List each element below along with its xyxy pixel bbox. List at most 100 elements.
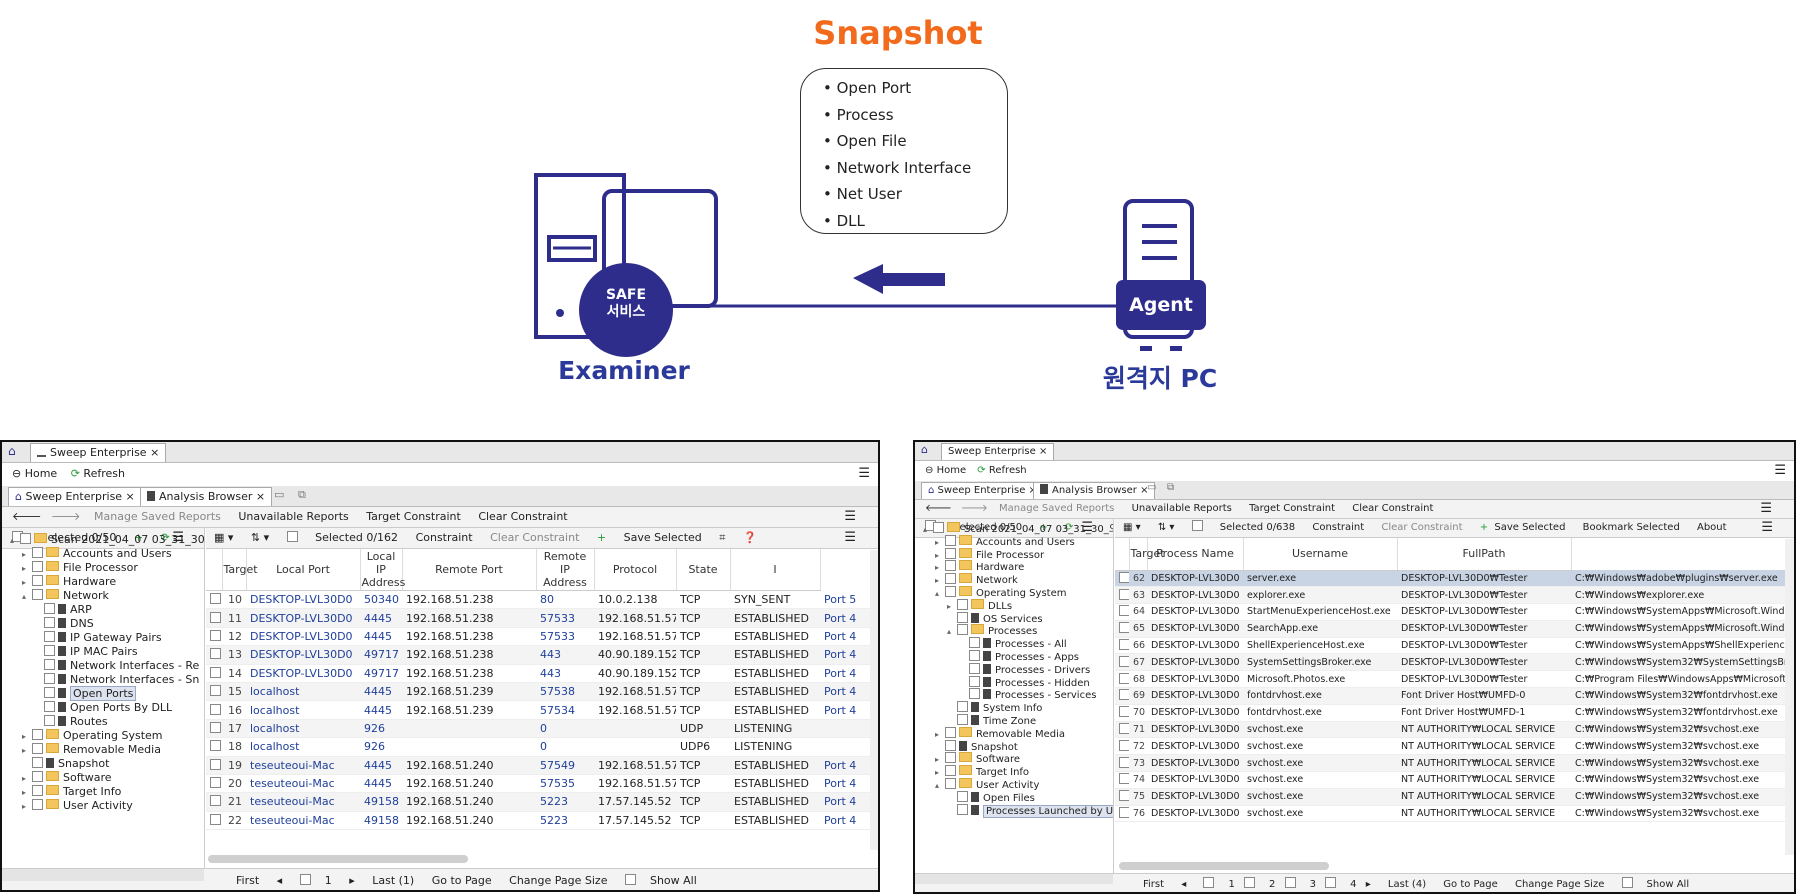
unavailable-reports-button[interactable]: Unavailable Reports xyxy=(238,510,348,523)
row-checkbox[interactable] xyxy=(1119,790,1129,802)
tab-analysis-browser[interactable]: Analysis Browser × xyxy=(1033,482,1156,499)
tree-checkbox[interactable] xyxy=(957,714,968,725)
row-checkbox[interactable] xyxy=(210,629,221,641)
row-select-cell[interactable] xyxy=(206,774,222,794)
table-row[interactable]: 22 teseuteoui-Mac 49158 192.168.51.240 5223 1… xyxy=(206,811,874,831)
row-checkbox[interactable] xyxy=(1119,807,1129,819)
change-page-size-button[interactable]: Change Page Size xyxy=(509,874,607,887)
bookmark-icon[interactable]: ⌗ xyxy=(719,531,725,544)
tree-checkbox[interactable] xyxy=(945,752,956,764)
help-icon[interactable]: ❓ xyxy=(743,531,757,544)
row-checkbox[interactable] xyxy=(1119,571,1129,583)
row-checkbox[interactable] xyxy=(210,740,221,752)
tree-node[interactable]: Processes Launched by User xyxy=(947,803,1113,818)
row-select-cell[interactable] xyxy=(1115,771,1129,789)
tree-node[interactable]: ▴ User Activity xyxy=(935,778,1039,791)
tree-checkbox[interactable] xyxy=(957,611,968,623)
row-checkbox[interactable] xyxy=(210,593,221,605)
table-row[interactable]: 12 DESKTOP-LVL30D0 4445 192.168.51.238 57533… xyxy=(206,627,874,647)
row-select-cell[interactable] xyxy=(206,756,222,775)
tree-node[interactable]: ▸ Accounts and Users xyxy=(935,534,1075,548)
tab-sweep-enterprise[interactable]: ⌂ Sweep Enterprise × xyxy=(8,487,142,506)
row-checkbox[interactable] xyxy=(210,813,221,825)
row-checkbox[interactable] xyxy=(210,611,221,623)
table-row[interactable]: 13 DESKTOP-LVL30D0 49717 192.168.51.238 443 4… xyxy=(206,645,874,665)
row-select-cell[interactable] xyxy=(206,627,222,647)
home-icon[interactable]: ⊖ xyxy=(925,465,933,476)
row-select-cell[interactable] xyxy=(1115,805,1129,823)
go-to-page-button[interactable]: Go to Page xyxy=(1443,879,1497,890)
row-checkbox[interactable] xyxy=(1119,756,1129,768)
home-tab-icon[interactable]: ⌂ xyxy=(921,443,928,456)
save-selected-button[interactable]: Save Selected xyxy=(624,531,702,544)
tree-checkbox[interactable] xyxy=(32,785,43,796)
tree-checkbox[interactable] xyxy=(945,586,956,597)
manage-saved-reports-button[interactable]: Manage Saved Reports xyxy=(999,503,1114,514)
menu-icon[interactable]: ☰ xyxy=(1774,461,1786,480)
tree-node[interactable]: ▴ Processes xyxy=(947,624,1037,637)
row-select-cell[interactable] xyxy=(206,700,222,720)
row-select-cell[interactable] xyxy=(206,590,222,610)
row-select-cell[interactable] xyxy=(206,664,222,683)
expand-arrow-icon[interactable]: ▴ xyxy=(947,625,955,638)
save-selected-button[interactable]: Save Selected xyxy=(1494,522,1565,533)
column-header[interactable]: Protocol xyxy=(594,549,677,591)
home-icon[interactable]: ⊖ xyxy=(12,467,21,480)
tab-sweep-enterprise-top[interactable]: Sweep Enterprise × xyxy=(941,443,1055,460)
tree-node[interactable]: Snapshot xyxy=(935,739,1018,753)
tree-checkbox[interactable] xyxy=(32,743,43,754)
row-select-cell[interactable] xyxy=(1115,721,1129,739)
tree-node[interactable]: ▴ Scan 2021_04_07 03_31_30_오후 xyxy=(923,522,1113,535)
tree-checkbox[interactable] xyxy=(957,624,968,636)
menu-icon[interactable]: ☰ xyxy=(844,507,856,527)
table-row[interactable]: 18 localhost 926 0 UDP6 LISTENING xyxy=(206,737,874,757)
tree-checkbox[interactable] xyxy=(945,778,956,789)
row-select-cell[interactable] xyxy=(1115,653,1129,672)
row-select-cell[interactable] xyxy=(1115,586,1129,605)
tree-node[interactable]: Processes - Apps xyxy=(959,650,1079,663)
page-4-button[interactable]: 4 xyxy=(1350,879,1356,890)
select-all-rows-checkbox[interactable] xyxy=(286,531,298,542)
row-checkbox[interactable] xyxy=(210,758,221,770)
column-header[interactable]: Target xyxy=(1129,538,1165,571)
tree-checkbox[interactable] xyxy=(969,637,980,649)
tree-checkbox[interactable] xyxy=(32,547,43,558)
tree-checkbox[interactable] xyxy=(933,522,944,533)
column-header[interactable] xyxy=(1115,538,1130,571)
tree-checkbox[interactable] xyxy=(945,726,956,738)
select-all-rows-checkbox[interactable] xyxy=(1191,520,1203,531)
refresh-button[interactable]: Refresh xyxy=(989,465,1027,476)
tree-node[interactable]: System Info xyxy=(947,701,1042,714)
row-select-cell[interactable] xyxy=(1115,620,1129,638)
tree-checkbox[interactable] xyxy=(957,701,968,713)
table-row[interactable]: 19 teseuteoui-Mac 4445 192.168.51.240 57549 1… xyxy=(206,756,874,775)
tree-node[interactable]: ▸ File Processor xyxy=(935,547,1044,561)
row-checkbox[interactable] xyxy=(210,777,221,789)
page-3-button[interactable]: 3 xyxy=(1310,879,1316,890)
tree-checkbox[interactable] xyxy=(945,534,956,546)
table-row[interactable]: 76 DESKTOP-LVL30D0 svchost.exe NT AUTHORITY… xyxy=(1115,805,1791,823)
tree-checkbox[interactable] xyxy=(945,560,956,572)
next-page-icon[interactable]: ▸ xyxy=(1366,879,1371,890)
table-row[interactable]: 14 DESKTOP-LVL30D0 49717 192.168.51.238 443 4… xyxy=(206,664,874,683)
tree-checkbox[interactable] xyxy=(969,688,980,700)
tree-horizontal-scrollbar[interactable] xyxy=(915,874,1113,884)
tree-checkbox[interactable] xyxy=(945,547,956,559)
tree-node[interactable]: ▴ Operating System xyxy=(935,586,1066,599)
clear-constraint-button[interactable]: Clear Constraint xyxy=(1352,503,1433,514)
page-2-button[interactable]: 2 xyxy=(1269,879,1275,890)
table-row[interactable]: 74 DESKTOP-LVL30D0 svchost.exe NT AUTHORITY… xyxy=(1115,771,1791,789)
back-icon[interactable]: 🡐 xyxy=(12,510,42,523)
manage-saved-reports-button[interactable]: Manage Saved Reports xyxy=(94,510,221,523)
show-all-checkbox[interactable] xyxy=(624,874,636,885)
row-checkbox[interactable] xyxy=(1119,605,1129,617)
row-checkbox[interactable] xyxy=(1119,622,1129,634)
row-checkbox[interactable] xyxy=(1119,655,1129,667)
tree-node[interactable]: ▸ Network xyxy=(935,573,1018,586)
tree-node[interactable]: ▸ Removable Media xyxy=(935,726,1065,740)
bookmark-selected-button[interactable]: Bookmark Selected xyxy=(1583,522,1680,533)
page-checkbox[interactable] xyxy=(299,874,311,885)
tree-checkbox[interactable] xyxy=(957,598,968,610)
tree-checkbox[interactable] xyxy=(957,790,968,802)
column-header[interactable]: Username xyxy=(1243,538,1398,571)
